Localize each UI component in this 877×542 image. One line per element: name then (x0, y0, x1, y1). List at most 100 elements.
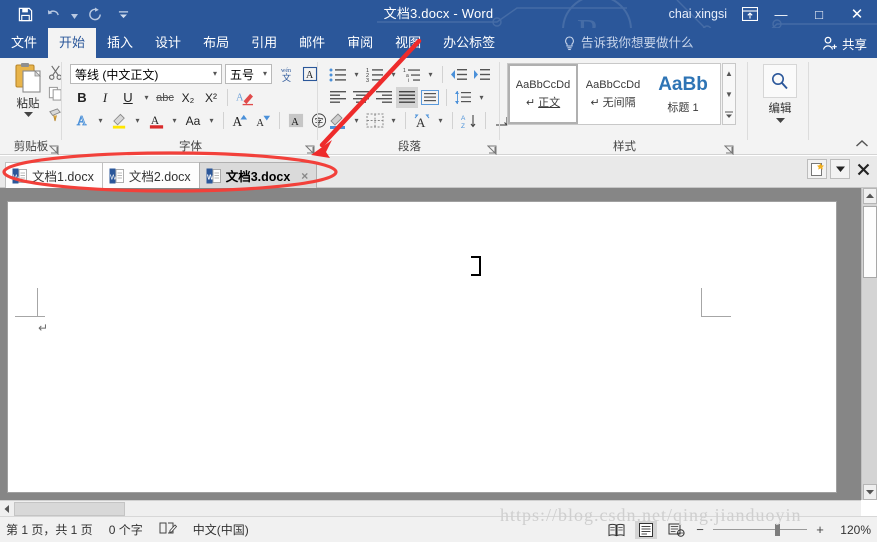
borders-icon[interactable] (364, 110, 386, 131)
proofing-icon[interactable] (159, 521, 177, 538)
subscript-button[interactable]: X₂ (177, 87, 199, 108)
formatting-marks-caret-icon[interactable]: ▾ (434, 110, 447, 131)
document-canvas[interactable]: ↵ (0, 188, 877, 500)
line-spacing-caret-icon[interactable]: ▾ (475, 87, 488, 108)
bullet-caret-icon[interactable]: ▾ (350, 64, 363, 85)
text-effects-caret-icon[interactable]: ▾ (94, 110, 107, 131)
borders-caret-icon[interactable]: ▾ (387, 110, 400, 131)
style-item-normal[interactable]: AaBbCcDd ↵ 正文 (508, 64, 578, 124)
scroll-up-icon[interactable] (863, 188, 877, 204)
numbered-caret-icon[interactable]: ▾ (387, 64, 400, 85)
zoom-slider[interactable] (713, 523, 807, 537)
ribbon-tab-references[interactable]: 引用 (240, 28, 288, 58)
editing-button[interactable]: 编辑 (760, 64, 800, 123)
ribbon-tab-review[interactable]: 审阅 (336, 28, 384, 58)
ribbon-tab-design[interactable]: 设计 (144, 28, 192, 58)
shrink-font-icon[interactable]: A (252, 110, 274, 131)
ribbon-tab-office-tab[interactable]: 办公标签 (432, 28, 506, 58)
vertical-scrollbar[interactable] (861, 188, 877, 500)
close-tab-icon[interactable] (853, 159, 873, 179)
text-highlight-color-icon[interactable] (108, 110, 130, 131)
underline-caret-icon[interactable]: ▾ (140, 87, 153, 108)
zoom-out-button[interactable]: − (695, 522, 705, 537)
zoom-slider-knob[interactable] (775, 523, 780, 536)
clear-formatting-icon[interactable]: A (233, 87, 255, 108)
font-color-icon[interactable]: A (145, 110, 167, 131)
share-button[interactable]: 共享 (822, 28, 867, 58)
ribbon-tab-layout[interactable]: 布局 (192, 28, 240, 58)
grow-font-icon[interactable]: A (229, 110, 251, 131)
ribbon-display-options-icon[interactable] (740, 5, 760, 23)
zoom-level-label[interactable]: 120% (833, 523, 871, 537)
editing-caret-down-icon[interactable] (775, 118, 785, 123)
text-effects-icon[interactable]: A (71, 110, 93, 131)
styles-scroll-down-icon[interactable]: ▼ (723, 85, 735, 104)
document-tab-close-icon[interactable]: × (301, 169, 308, 183)
vertical-scroll-thumb[interactable] (863, 206, 877, 278)
print-layout-icon[interactable] (635, 520, 657, 539)
font-size-combobox[interactable]: 五号 ▾ (225, 64, 272, 84)
increase-indent-icon[interactable] (471, 64, 493, 85)
bullet-list-icon[interactable] (327, 64, 349, 85)
tab-menu-caret-down-icon[interactable] (830, 159, 850, 179)
ribbon-tab-view[interactable]: 视图 (384, 28, 432, 58)
font-name-caret-icon[interactable]: ▾ (213, 70, 217, 78)
ribbon-tab-mailings[interactable]: 邮件 (288, 28, 336, 58)
tell-me-search[interactable]: 告诉我你想要做什么 (563, 28, 694, 58)
multilevel-caret-icon[interactable]: ▾ (424, 64, 437, 85)
shading-caret-icon[interactable]: ▾ (350, 110, 363, 131)
paragraph-dialog-launcher[interactable] (486, 142, 497, 156)
font-color-caret-icon[interactable]: ▾ (168, 110, 181, 131)
read-mode-icon[interactable] (605, 521, 627, 539)
font-dialog-launcher[interactable] (304, 142, 315, 156)
change-case-button[interactable]: Aa (182, 110, 204, 131)
align-right-icon[interactable] (373, 87, 395, 108)
justify-icon[interactable] (396, 87, 418, 108)
strikethrough-button[interactable]: abc (154, 87, 176, 108)
superscript-button[interactable]: X² (200, 87, 222, 108)
shading-icon[interactable] (327, 110, 349, 131)
maximize-button[interactable]: □ (799, 0, 839, 28)
highlight-caret-icon[interactable]: ▾ (131, 110, 144, 131)
new-doc-icon[interactable] (807, 159, 827, 179)
word-count-status[interactable]: 0 个字 (109, 521, 143, 538)
clipboard-dialog-launcher[interactable] (48, 142, 59, 156)
collapse-ribbon-icon[interactable] (855, 137, 869, 151)
ribbon-tab-insert[interactable]: 插入 (96, 28, 144, 58)
styles-more-icon[interactable] (723, 105, 735, 124)
line-spacing-icon[interactable] (452, 87, 474, 108)
horizontal-scrollbar[interactable] (0, 500, 861, 516)
page-number-status[interactable]: 第 1 页，共 1 页 (6, 521, 93, 538)
ribbon-tab-file[interactable]: 文件 (0, 28, 48, 58)
character-shading-icon[interactable]: A (285, 110, 307, 131)
horizontal-scroll-thumb[interactable] (14, 502, 125, 516)
multilevel-list-icon[interactable]: 1 a i (401, 64, 423, 85)
close-button[interactable]: ✕ (837, 0, 877, 28)
document-tab-2[interactable]: W 文档2.docx (101, 162, 200, 188)
ribbon-tab-home[interactable]: 开始 (48, 28, 97, 58)
document-tab-3[interactable]: W 文档3.docx × (198, 162, 318, 188)
distributed-align-icon[interactable] (419, 87, 441, 108)
italic-button[interactable]: I (94, 87, 116, 108)
align-center-icon[interactable] (350, 87, 372, 108)
document-tab-1[interactable]: W 文档1.docx (5, 162, 103, 188)
zoom-in-button[interactable]: + (815, 522, 825, 537)
phonetic-guide-icon[interactable]: wén 文 (275, 64, 296, 84)
show-formatting-marks-icon[interactable]: A (411, 110, 433, 131)
user-account-name[interactable]: chai xingsi (669, 0, 727, 28)
sort-icon[interactable]: A Z (458, 110, 480, 131)
font-name-combobox[interactable]: 等线 (中文正文) ▾ (70, 64, 222, 84)
document-page[interactable]: ↵ (8, 202, 836, 492)
scroll-left-icon[interactable] (0, 502, 14, 516)
styles-dialog-launcher[interactable] (723, 142, 734, 156)
change-case-caret-icon[interactable]: ▾ (205, 110, 218, 131)
style-item-heading-1[interactable]: AaBb 标题 1 (648, 64, 718, 124)
numbered-list-icon[interactable]: 1 2 3 (364, 64, 386, 85)
paste-button[interactable]: 粘贴 (6, 62, 50, 117)
paste-caret-down-icon[interactable] (23, 112, 33, 117)
underline-button[interactable]: U (117, 87, 139, 108)
bold-button[interactable]: B (71, 87, 93, 108)
scroll-down-icon[interactable] (863, 484, 877, 500)
minimize-button[interactable]: — (761, 0, 801, 28)
style-item-no-spacing[interactable]: AaBbCcDd ↵ 无间隔 (578, 64, 648, 124)
